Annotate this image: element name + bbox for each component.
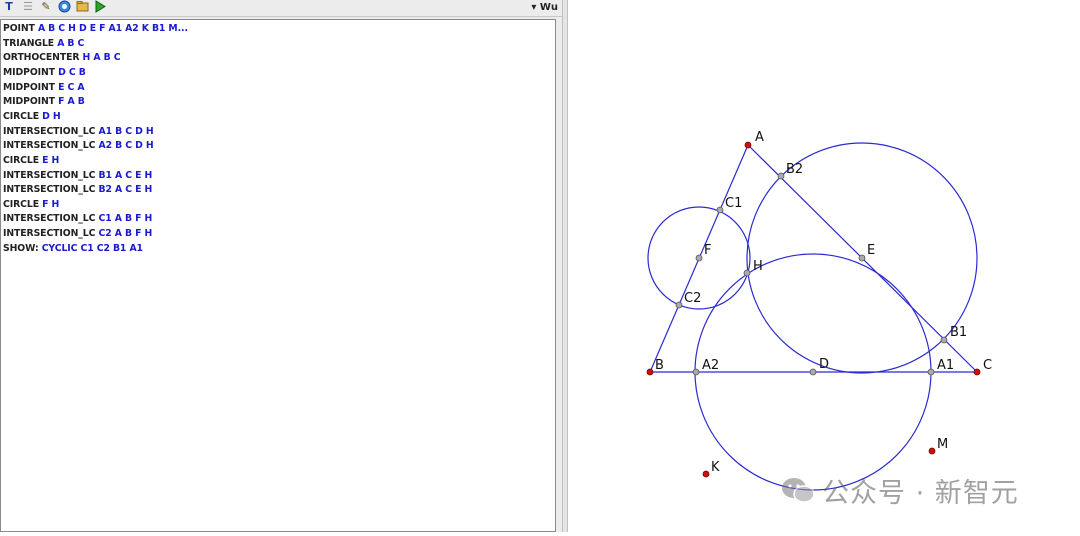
point-a[interactable] <box>744 141 752 149</box>
point-h[interactable] <box>743 269 751 277</box>
label-c2: C2 <box>684 291 701 306</box>
label-h: H <box>753 259 763 274</box>
code-args: E H <box>42 154 60 166</box>
wechat-icon <box>782 478 815 503</box>
code-line[interactable]: CIRCLE F H <box>3 198 59 212</box>
code-keyword: INTERSECTION_LC <box>3 140 99 152</box>
code-line[interactable]: INTERSECTION_LC A1 B C D H <box>3 125 154 139</box>
code-keyword: INTERSECTION_LC <box>3 213 99 225</box>
code-args: H A B C <box>82 52 121 64</box>
code-keyword: CIRCLE <box>3 110 43 122</box>
code-args: C2 A B F H <box>98 228 153 240</box>
point-a2[interactable] <box>692 368 700 376</box>
label-m: M <box>937 437 948 452</box>
label-a: A <box>755 130 764 145</box>
chevron-down-icon: ▾ <box>531 2 537 13</box>
code-line[interactable]: TRIANGLE A B C <box>3 37 84 51</box>
code-line[interactable]: MIDPOINT D C B <box>3 66 86 80</box>
code-line[interactable]: ORTHOCENTER H A B C <box>3 51 121 65</box>
code-args: F H <box>42 198 60 210</box>
code-keyword: INTERSECTION_LC <box>3 169 99 181</box>
point-c1[interactable] <box>716 206 724 214</box>
edit-icon[interactable]: ✎ <box>39 0 53 14</box>
code-args: A1 B C D H <box>98 125 154 137</box>
code-keyword: MIDPOINT <box>3 66 59 78</box>
code-keyword: TRIANGLE <box>3 37 58 49</box>
point-c[interactable] <box>973 368 981 376</box>
label-a1: A1 <box>937 358 954 373</box>
code-line[interactable]: MIDPOINT F A B <box>3 95 85 109</box>
code-args: A B C H D E F A1 A2 K B1 M... <box>37 23 188 34</box>
code-line[interactable]: CIRCLE D H <box>3 110 61 124</box>
point-b[interactable] <box>646 368 654 376</box>
run-icon[interactable] <box>93 0 107 14</box>
geometry-canvas[interactable]: A B C H D E F A1 A2 B1 B2 C1 C2 K M <box>568 0 1080 532</box>
label-d: D <box>819 357 829 372</box>
editor-pane: T ☰ ✎ ▾ Wu POINT A B C H D E F A1 A2 K B… <box>0 0 562 532</box>
label-k: K <box>711 460 720 475</box>
code-keyword: CIRCLE <box>3 198 43 210</box>
code-keyword: POINT <box>3 23 38 34</box>
code-args: A B C <box>57 37 85 49</box>
code-line[interactable]: INTERSECTION_LC A2 B C D H <box>3 139 154 153</box>
point-m[interactable] <box>928 447 936 455</box>
code-editor[interactable]: POINT A B C H D E F A1 A2 K B1 M... TRIAN… <box>0 19 556 532</box>
code-args: D H <box>42 110 61 122</box>
point-c2[interactable] <box>675 301 683 309</box>
code-line[interactable]: CIRCLE E H <box>3 154 59 168</box>
label-b1: B1 <box>950 325 967 340</box>
code-keyword: ORTHOCENTER <box>3 52 83 64</box>
code-args: F A B <box>58 96 85 108</box>
code-keyword: CIRCLE <box>3 154 43 166</box>
code-args: CYCLIC C1 C2 B1 A1 <box>41 242 143 254</box>
point-f[interactable] <box>695 254 703 262</box>
code-line[interactable]: POINT A B C H D E F A1 A2 K B1 M... <box>3 22 188 36</box>
editor-toolbar: T ☰ ✎ ▾ Wu <box>0 0 562 17</box>
point-b1[interactable] <box>940 336 948 344</box>
label-b: B <box>655 358 664 373</box>
code-keyword: INTERSECTION_LC <box>3 184 99 196</box>
code-keyword: MIDPOINT <box>3 96 59 108</box>
label-c: C <box>983 358 992 373</box>
folder-icon[interactable] <box>75 0 89 14</box>
list-icon[interactable]: ☰ <box>21 0 35 14</box>
code-line[interactable]: INTERSECTION_LC C2 A B F H <box>3 227 152 241</box>
code-args: E C A <box>58 81 85 93</box>
code-keyword: MIDPOINT <box>3 81 59 93</box>
label-e: E <box>867 243 875 258</box>
code-line[interactable]: INTERSECTION_LC B2 A C E H <box>3 183 152 197</box>
code-args: A2 B C D H <box>98 140 154 152</box>
code-line[interactable]: SHOW: CYCLIC C1 C2 B1 A1 <box>3 242 143 256</box>
label-c1: C1 <box>725 196 742 211</box>
point-a1[interactable] <box>927 368 935 376</box>
code-args: C1 A B F H <box>98 213 153 225</box>
refresh-icon[interactable] <box>57 0 71 14</box>
theorem-dropdown[interactable]: ▾ Wu <box>531 0 558 16</box>
code-line[interactable]: INTERSECTION_LC C1 A B F H <box>3 212 152 226</box>
code-keyword: SHOW: <box>3 242 42 254</box>
watermark: 公众号 · 新智元 <box>780 470 1019 510</box>
label-a2: A2 <box>702 358 719 373</box>
code-line[interactable]: MIDPOINT E C A <box>3 81 85 95</box>
point-d[interactable] <box>809 368 817 376</box>
geometry-figure: A B C H D E F A1 A2 B1 B2 C1 C2 K M <box>646 130 992 491</box>
text-tool-icon[interactable]: T <box>2 0 16 14</box>
point-e[interactable] <box>858 254 866 262</box>
code-keyword: INTERSECTION_LC <box>3 125 99 137</box>
label-b2: B2 <box>786 162 803 177</box>
label-f: F <box>704 243 711 258</box>
code-args: B1 A C E H <box>98 169 153 181</box>
code-keyword: INTERSECTION_LC <box>3 228 99 240</box>
code-args: B2 A C E H <box>98 184 153 196</box>
point-b2[interactable] <box>777 172 785 180</box>
code-args: D C B <box>58 66 86 78</box>
code-line[interactable]: INTERSECTION_LC B1 A C E H <box>3 169 152 183</box>
point-k[interactable] <box>702 470 710 478</box>
